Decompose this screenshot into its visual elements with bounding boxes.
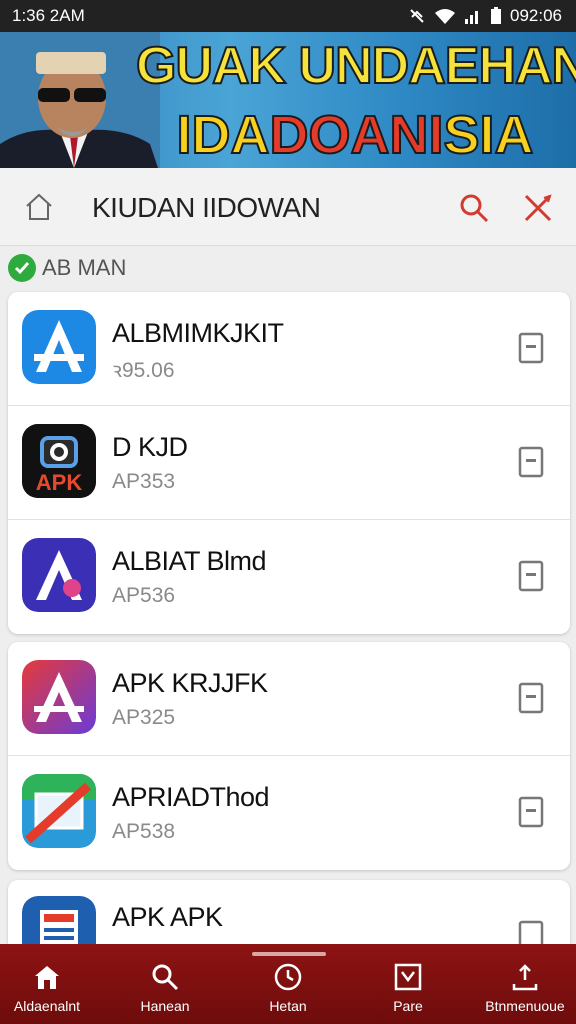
status-time-left: 1:36 2AM: [12, 6, 85, 25]
home-icon[interactable]: [24, 192, 54, 222]
app-icon-green-slash: [22, 774, 96, 848]
status-time-right: 092:06: [510, 6, 562, 25]
app-name: APK APK: [112, 902, 223, 932]
file-icon[interactable]: [518, 446, 544, 478]
nav-item-home[interactable]: Aldaenalnt: [0, 962, 102, 1014]
upload-icon: [512, 964, 538, 991]
banner-sub-part-a: IDA: [175, 104, 270, 166]
search-icon: [460, 194, 489, 223]
banner-subheadline: IDADOANISIA: [170, 104, 540, 166]
nav-item-downloads[interactable]: Pare: [353, 962, 463, 1014]
apk-icon-text: APK: [36, 470, 83, 495]
app-name: D KJD: [112, 432, 188, 462]
section-label: AB MAN: [42, 255, 127, 280]
file-icon[interactable]: [518, 560, 544, 592]
home-icon: [35, 966, 59, 989]
page-title: KIUDAN IIDOWAN: [92, 192, 321, 223]
banner-sub-part-c: SIA: [442, 104, 534, 166]
app-icon-gradient-a: [22, 660, 96, 734]
app-version: AP538: [112, 820, 176, 843]
app-header: KIUDAN IIDOWAN: [0, 168, 576, 246]
nav-label: Hanean: [140, 998, 190, 1014]
app-icon-blue-a: [22, 310, 96, 384]
close-icon: [524, 194, 552, 222]
gesture-handle: [252, 952, 326, 956]
banner-headline: GUAK UNDAEHAN: [135, 36, 576, 96]
clock-icon: [274, 963, 302, 991]
list-item[interactable]: ALBIAT Blmd AP536: [8, 520, 570, 634]
search-button[interactable]: [454, 188, 494, 228]
file-icon[interactable]: [518, 796, 544, 828]
close-button[interactable]: [518, 188, 558, 228]
list-item[interactable]: APRIADThod AP538: [8, 756, 570, 870]
app-name: ALBMIMKJKIT: [112, 318, 284, 348]
signal-icon: [465, 11, 478, 24]
app-version: ꝛ95.06: [112, 359, 175, 382]
list-item[interactable]: ALBMIMKJKIT ꝛ95.06: [8, 292, 570, 406]
nav-label: Btnmenuoue: [485, 998, 565, 1014]
list-item[interactable]: APK KRJJFK AP325: [8, 642, 570, 756]
file-icon[interactable]: [518, 682, 544, 714]
nav-item-search[interactable]: Hanean: [110, 962, 220, 1014]
check-icon: [8, 254, 36, 282]
battery-icon: [491, 7, 501, 24]
status-bar: 1:36 2AM 092:06: [0, 0, 576, 32]
status-icons: 092:06: [408, 6, 562, 26]
app-version: AP325: [112, 706, 176, 729]
app-name: APK KRJJFK: [112, 668, 268, 698]
no-signal-icon: [410, 9, 424, 23]
app-name: ALBIAT Blmd: [112, 546, 267, 576]
nav-label: Aldaenalnt: [13, 998, 81, 1014]
search-icon: [152, 964, 179, 991]
nav-item-menu[interactable]: Btnmenuoue: [470, 962, 576, 1014]
promo-banner[interactable]: GUAK UNDAEHAN IDADOANISIA: [0, 32, 576, 168]
nav-label: Pare: [393, 998, 423, 1014]
nav-label: Hetan: [269, 998, 307, 1014]
section-header: AB MAN: [8, 254, 126, 282]
app-list-card: ALBMIMKJKIT ꝛ95.06 APK D KJD AP353 ALBIA…: [8, 292, 570, 634]
app-version: AP353: [112, 470, 176, 493]
download-box-icon: [394, 963, 422, 991]
bottom-navigation: Aldaenalnt Hanean Hetan Pare Btnmenuoue: [0, 944, 576, 1024]
app-icon-apk-black: APK: [22, 424, 96, 498]
app-icon-indigo-a: [22, 538, 96, 612]
app-name: APRIADThod: [112, 782, 270, 812]
app-version: AP536: [112, 584, 176, 607]
file-icon[interactable]: [518, 332, 544, 364]
nav-item-history[interactable]: Hetan: [233, 962, 343, 1014]
app-list-card: APK KRJJFK AP325 APRIADThod AP538: [8, 642, 570, 870]
banner-sub-part-b: DOANI: [268, 104, 444, 166]
list-item[interactable]: APK D KJD AP353: [8, 406, 570, 520]
wifi-icon: [435, 9, 455, 24]
